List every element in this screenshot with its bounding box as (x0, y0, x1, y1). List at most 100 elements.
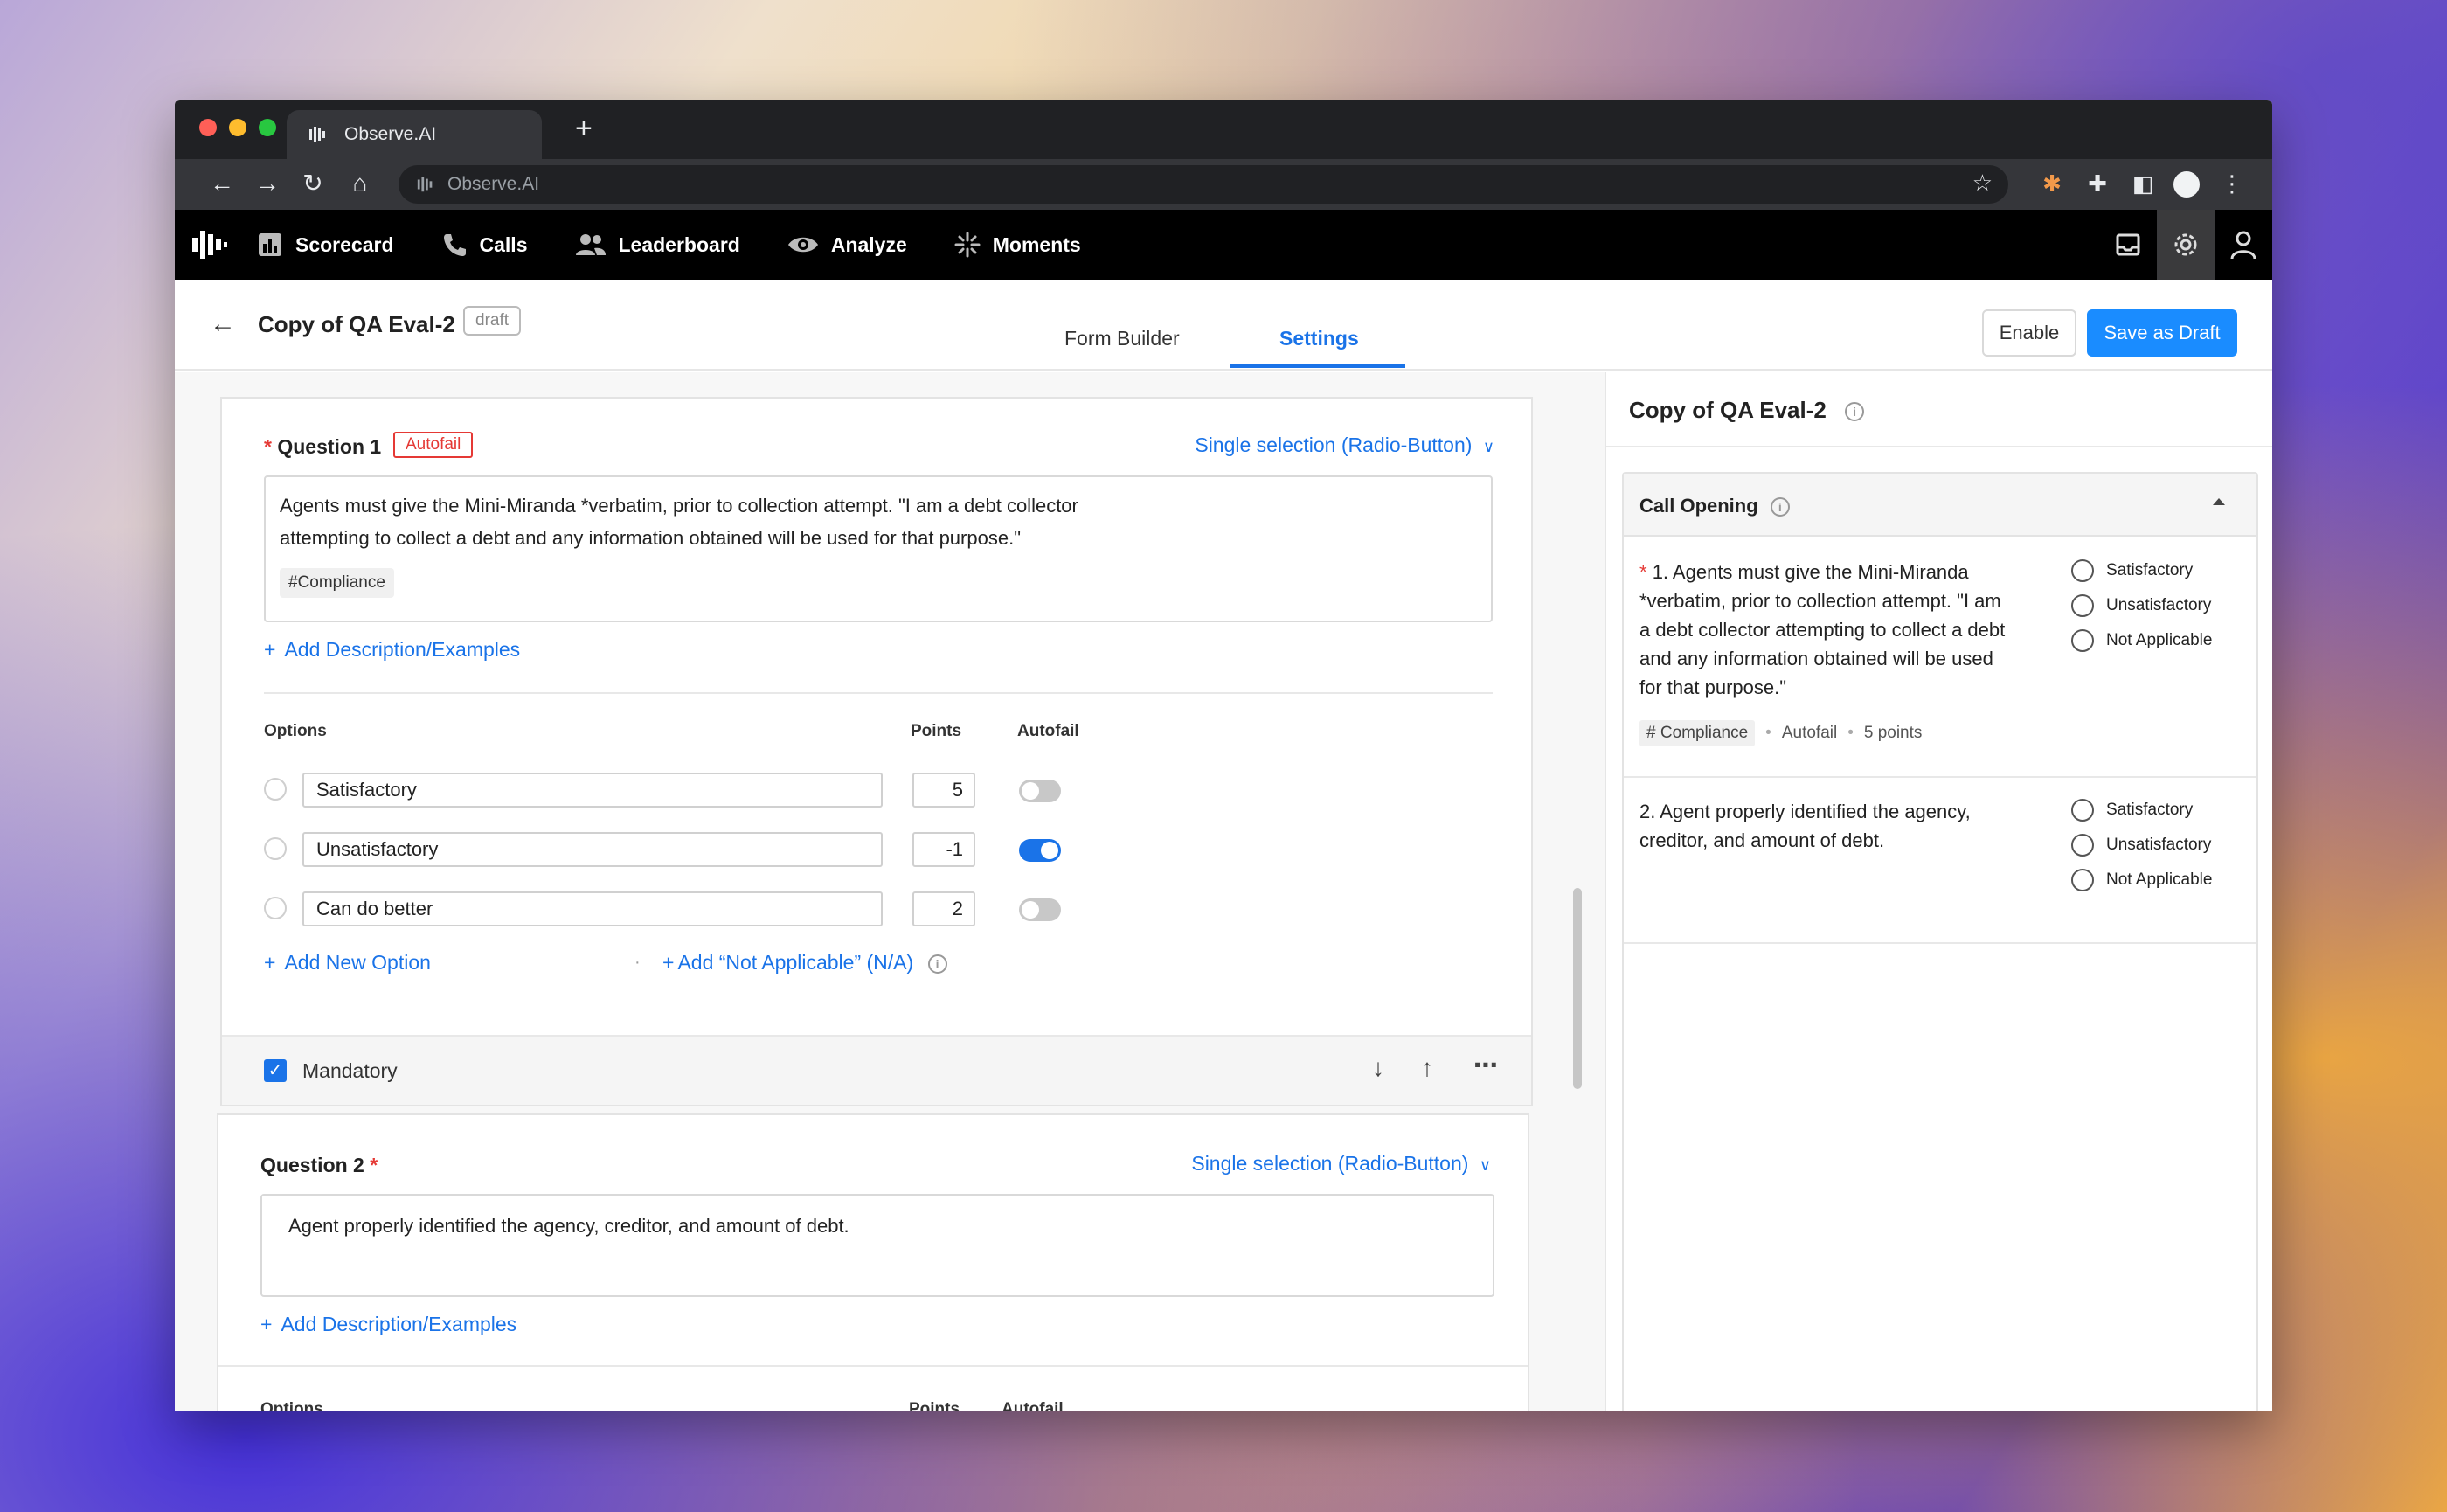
autofail-toggle[interactable] (1019, 780, 1061, 802)
section-box: Call Opening i * 1. Agents must give the… (1622, 472, 2258, 1411)
option-points-input[interactable]: -1 (912, 832, 975, 867)
puzzle-extension-icon[interactable]: ✚ (2082, 170, 2113, 198)
question-title: Question 1 (277, 435, 382, 458)
add-description-link[interactable]: + Add Description/Examples (260, 1313, 516, 1336)
option-label-input[interactable]: Unsatisfactory (302, 832, 883, 867)
more-options-icon[interactable]: ⋯ (1473, 1051, 1498, 1079)
preview-option[interactable]: Satisfactory (2071, 559, 2193, 582)
question-title: Question 2 (260, 1154, 364, 1176)
collapse-caret-icon[interactable] (2213, 498, 2225, 505)
inbox-icon[interactable] (2099, 210, 2157, 280)
add-description-label: Add Description/Examples (281, 1313, 517, 1335)
status-badge: draft (463, 306, 522, 336)
autofail-text: Autofail (1781, 724, 1838, 742)
radio-icon (2071, 629, 2094, 652)
profile-avatar[interactable] (2171, 170, 2202, 204)
address-bar[interactable]: Observe.AI ☆ (399, 165, 2008, 204)
minimize-window-button[interactable] (229, 119, 246, 136)
autofail-column-header: Autofail (1017, 722, 1079, 740)
add-option-link[interactable]: + Add New Option (264, 951, 431, 974)
close-window-button[interactable] (199, 119, 217, 136)
nav-item-scorecard[interactable]: Scorecard (257, 232, 394, 258)
preview-line: and any information obtained will be use… (1639, 648, 1993, 669)
preview-option-label: Unsatisfactory (2106, 596, 2212, 614)
chevron-down-icon: ∨ (1479, 1156, 1491, 1174)
plus-icon: + (264, 951, 276, 974)
sidepanel-icon[interactable]: ◧ (2127, 170, 2159, 198)
app-navbar: Scorecard Calls Leaderboard Analyze Mome… (175, 210, 2272, 280)
observe-favicon-icon (309, 127, 325, 142)
move-down-icon[interactable]: ↓ (1372, 1054, 1384, 1082)
autofail-toggle[interactable] (1019, 898, 1061, 921)
nav-item-leaderboard[interactable]: Leaderboard (575, 232, 740, 258)
settings-gear-icon[interactable] (2157, 210, 2215, 280)
add-na-link[interactable]: + Add “Not Applicable” (N/A) i (662, 951, 947, 974)
question-card: Question 2 * Single selection (Radio-But… (217, 1113, 1529, 1411)
option-points-input[interactable]: 5 (912, 773, 975, 808)
question-type-dropdown[interactable]: Single selection (Radio-Button) ∨ (1195, 433, 1494, 457)
reload-icon[interactable]: ↻ (297, 170, 329, 198)
nav-item-analyze[interactable]: Analyze (787, 232, 907, 258)
preview-title-text: Copy of QA Eval-2 (1629, 397, 1827, 423)
info-icon[interactable]: i (927, 954, 947, 974)
mandatory-label: Mandatory (302, 1059, 398, 1082)
save-draft-button[interactable]: Save as Draft (2087, 309, 2237, 357)
nav-item-moments[interactable]: Moments (954, 232, 1081, 258)
separator-dot: • (1847, 724, 1854, 742)
observe-logo-icon[interactable] (191, 227, 229, 262)
option-points-input[interactable]: 2 (912, 891, 975, 926)
option-radio[interactable] (264, 897, 287, 919)
preview-line: for that purpose." (1639, 676, 1787, 698)
info-icon[interactable]: i (1845, 402, 1865, 422)
option-label-input[interactable]: Satisfactory (302, 773, 883, 808)
site-icon (417, 177, 433, 192)
preview-question-text: * 1. Agents must give the Mini-Miranda *… (1639, 558, 2050, 702)
fox-extension-icon[interactable]: ✱ (2036, 170, 2068, 198)
hashtag-chip: # Compliance (1639, 720, 1756, 746)
nav-item-calls[interactable]: Calls (441, 232, 528, 258)
points-text: 5 points (1863, 724, 1923, 742)
back-icon[interactable]: ← (206, 170, 238, 198)
bookmark-star-icon[interactable]: ☆ (1972, 170, 1993, 197)
enable-button[interactable]: Enable (1982, 309, 2076, 357)
add-description-link[interactable]: + Add Description/Examples (264, 638, 520, 662)
question-type-dropdown[interactable]: Single selection (Radio-Button) ∨ (1191, 1152, 1491, 1176)
maximize-window-button[interactable] (259, 119, 276, 136)
preview-question-text: 2. Agent properly identified the agency,… (1639, 797, 2050, 855)
new-tab-icon[interactable]: + (575, 112, 593, 146)
preview-option[interactable]: Unsatisfactory (2071, 594, 2211, 617)
hashtag-chip[interactable]: #Compliance (280, 568, 394, 598)
nav-label: Analyze (830, 232, 907, 256)
section-header[interactable]: Call Opening i (1624, 474, 2256, 537)
people-icon (575, 234, 606, 255)
info-icon[interactable]: i (1770, 497, 1790, 517)
option-radio[interactable] (264, 778, 287, 801)
question-text-field[interactable]: Agent properly identified the agency, cr… (260, 1194, 1494, 1297)
nav-label: Leaderboard (618, 232, 740, 256)
tab-settings[interactable]: Settings (1279, 327, 1359, 350)
user-profile-icon[interactable] (2215, 210, 2272, 280)
question-text-field[interactable]: Agents must give the Mini-Miranda *verba… (264, 475, 1493, 622)
autofail-toggle[interactable] (1019, 839, 1061, 862)
home-icon[interactable]: ⌂ (344, 170, 376, 198)
preview-option[interactable]: Unsatisfactory (2071, 834, 2211, 857)
browser-menu-icon[interactable]: ⋮ (2216, 170, 2248, 198)
preview-option[interactable]: Not Applicable (2071, 629, 2212, 652)
option-radio[interactable] (264, 837, 287, 860)
page-header: ← Copy of QA Eval-2 draft Form Builder S… (175, 280, 2272, 371)
divider (264, 692, 1493, 694)
scrollbar[interactable] (1573, 888, 1582, 1089)
question-label: Question 2 * (260, 1154, 378, 1177)
move-up-icon[interactable]: ↑ (1421, 1054, 1433, 1082)
browser-tab[interactable]: Observe.AI + (287, 110, 593, 159)
preview-option-label: Satisfactory (2106, 561, 2194, 579)
preview-line: 1. Agents must give the Mini-Miranda (1652, 561, 1969, 583)
mandatory-checkbox[interactable]: ✓ (264, 1059, 287, 1082)
tab-form-builder[interactable]: Form Builder (1064, 327, 1180, 350)
preview-option[interactable]: Not Applicable (2071, 869, 2212, 891)
forward-icon[interactable]: → (252, 170, 283, 198)
back-arrow-icon[interactable]: ← (210, 309, 236, 339)
option-label-input[interactable]: Can do better (302, 891, 883, 926)
preview-option[interactable]: Satisfactory (2071, 799, 2193, 822)
form-builder-pane[interactable]: * Question 1 Autofail Single selection (… (175, 372, 1605, 1411)
